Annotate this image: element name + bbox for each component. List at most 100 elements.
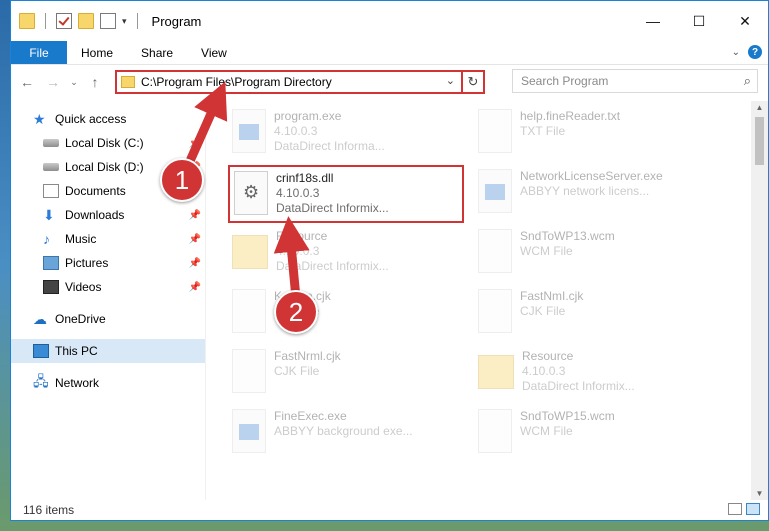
tab-home[interactable]: Home bbox=[67, 41, 127, 64]
exe-file-icon bbox=[478, 169, 512, 213]
large-icons-view-icon[interactable] bbox=[746, 503, 760, 515]
documents-icon bbox=[43, 184, 59, 198]
nav-item-music[interactable]: ♪ Music 📌 bbox=[11, 227, 205, 251]
download-icon: ⬇ bbox=[43, 206, 55, 223]
chevron-down-icon[interactable]: ▾ bbox=[122, 16, 127, 27]
window-controls: — ☐ ✕ bbox=[630, 1, 768, 41]
list-item[interactable]: NetworkLicenseServer.exe ABBYY network li… bbox=[478, 169, 718, 223]
forward-arrow-icon[interactable]: → bbox=[43, 74, 63, 90]
search-input[interactable]: Search Program ⌕ bbox=[512, 69, 758, 93]
scrollbar-thumb[interactable] bbox=[755, 117, 764, 165]
star-icon: ★ bbox=[33, 110, 46, 127]
vertical-scrollbar[interactable]: ▲ ▼ bbox=[751, 101, 768, 500]
address-path: C:\Program Files\Program Directory bbox=[141, 75, 332, 89]
list-item[interactable]: Resource 4.10.0.3 DataDirect Informix... bbox=[232, 229, 472, 283]
up-arrow-icon[interactable]: ↑ bbox=[85, 74, 105, 90]
step-1-badge: 1 bbox=[160, 158, 204, 202]
nav-item-local-disk-c[interactable]: Local Disk (C:) 📌 bbox=[11, 131, 205, 155]
close-button[interactable]: ✕ bbox=[722, 1, 768, 41]
nav-item-this-pc[interactable]: This PC bbox=[11, 339, 205, 363]
file-description: DataDirect Informa... bbox=[274, 139, 385, 153]
nav-item-quick-access[interactable]: ★ Quick access bbox=[11, 107, 205, 131]
nav-item-label: Downloads bbox=[65, 208, 125, 222]
list-item-highlighted[interactable]: crinf18s.dll4.10.0.3DataDirect Informix.… bbox=[228, 165, 464, 223]
properties-check-icon[interactable] bbox=[56, 13, 72, 29]
list-item[interactable]: Resource 4.10.0.3 DataDirect Informix... bbox=[478, 349, 718, 403]
folder-icon bbox=[121, 76, 135, 88]
file-name: SndToWP13.wcm bbox=[520, 229, 615, 243]
recent-locations-chevron-icon[interactable]: ⌄ bbox=[69, 77, 79, 88]
file-name: program.exe bbox=[274, 109, 342, 123]
nav-item-label: Network bbox=[55, 376, 100, 390]
file-version: 4.10.0.3 bbox=[276, 244, 320, 258]
pin-icon[interactable]: 📌 bbox=[189, 282, 201, 293]
file-description: ABBYY background exe... bbox=[274, 424, 413, 438]
nav-item-label: Documents bbox=[65, 184, 126, 198]
pin-icon[interactable]: 📌 bbox=[189, 258, 201, 269]
file-version: 4.10.0.3 bbox=[522, 364, 566, 378]
explorer-window: ▾ Program — ☐ ✕ File Home Share View ⌄ ?… bbox=[10, 0, 769, 521]
search-icon[interactable]: ⌕ bbox=[744, 73, 751, 89]
refresh-icon[interactable]: ↻ bbox=[461, 70, 485, 94]
nav-item-pictures[interactable]: Pictures 📌 bbox=[11, 251, 205, 275]
file-version: 4.10.0.3 bbox=[276, 186, 320, 200]
back-arrow-icon[interactable]: ← bbox=[17, 74, 37, 90]
list-item[interactable]: help.fineReader.txt TXT File bbox=[478, 109, 718, 163]
minimize-button[interactable]: — bbox=[630, 1, 676, 41]
file-description: DataDirect Informix... bbox=[522, 379, 635, 393]
nav-item-label: Videos bbox=[65, 280, 102, 294]
details-view-icon[interactable] bbox=[728, 503, 742, 515]
nav-item-network[interactable]: 🖧 Network bbox=[11, 371, 205, 395]
nav-item-onedrive[interactable]: ☁ OneDrive bbox=[11, 307, 205, 331]
main-area: ★ Quick access Local Disk (C:) 📌 Local D… bbox=[11, 101, 768, 500]
tab-view[interactable]: View bbox=[187, 41, 241, 64]
chevron-down-icon[interactable]: ⌄ bbox=[446, 74, 455, 87]
file-name: FastNrml.cjk bbox=[274, 349, 341, 363]
nav-item-label: This PC bbox=[55, 344, 98, 358]
list-item[interactable]: SndToWP13.wcm WCM File bbox=[478, 229, 718, 283]
divider bbox=[45, 13, 46, 29]
scroll-up-icon[interactable]: ▲ bbox=[751, 103, 768, 112]
new-folder-icon[interactable] bbox=[78, 13, 94, 29]
file-description: DataDirect Informix... bbox=[276, 259, 389, 273]
file-type: TXT File bbox=[520, 124, 566, 138]
address-bar[interactable]: C:\Program Files\Program Directory ⌄ ↻ bbox=[115, 70, 485, 94]
music-icon: ♪ bbox=[43, 231, 50, 247]
tab-share[interactable]: Share bbox=[127, 41, 187, 64]
nav-item-downloads[interactable]: ⬇ Downloads 📌 bbox=[11, 203, 205, 227]
step-2-badge: 2 bbox=[274, 290, 318, 334]
folder-icon[interactable] bbox=[19, 13, 35, 29]
videos-icon bbox=[43, 280, 59, 294]
cloud-icon: ☁ bbox=[33, 310, 47, 327]
help-icon[interactable]: ? bbox=[748, 45, 762, 59]
list-item[interactable]: SndToWP15.wcm WCM File bbox=[478, 409, 718, 463]
cjk-file-icon bbox=[232, 349, 266, 393]
list-item[interactable]: Korean.cjkCJK File bbox=[232, 289, 472, 343]
nav-item-label: Local Disk (C:) bbox=[65, 136, 144, 150]
status-bar: 116 items bbox=[11, 500, 768, 520]
nav-item-videos[interactable]: Videos 📌 bbox=[11, 275, 205, 299]
exe-file-icon bbox=[232, 409, 266, 453]
network-icon: 🖧 bbox=[33, 373, 49, 389]
pin-icon[interactable]: 📌 bbox=[189, 234, 201, 245]
list-item[interactable]: program.exe 4.10.0.3 DataDirect Informa... bbox=[232, 109, 472, 163]
maximize-button[interactable]: ☐ bbox=[676, 1, 722, 41]
expand-ribbon-icon[interactable]: ⌄ bbox=[732, 47, 740, 58]
view-toggles bbox=[728, 503, 760, 515]
tab-file[interactable]: File bbox=[11, 41, 67, 64]
exe-file-icon bbox=[232, 109, 266, 153]
folder-icon bbox=[478, 355, 514, 389]
pin-icon[interactable]: 📌 bbox=[189, 210, 201, 221]
file-type: WCM File bbox=[520, 244, 573, 258]
item-count: 116 items bbox=[23, 503, 75, 517]
pin-icon[interactable]: 📌 bbox=[189, 138, 201, 149]
file-type: CJK File bbox=[274, 364, 320, 378]
scroll-down-icon[interactable]: ▼ bbox=[751, 489, 768, 498]
customize-toolbar-icon[interactable] bbox=[100, 13, 116, 29]
list-item[interactable]: FastNrml.cjk CJK File bbox=[232, 349, 472, 403]
list-item[interactable]: FastNmI.cjk CJK File bbox=[478, 289, 718, 343]
quick-access-toolbar: ▾ Program bbox=[11, 13, 201, 29]
list-item[interactable]: FineExec.exe ABBYY background exe... bbox=[232, 409, 472, 463]
